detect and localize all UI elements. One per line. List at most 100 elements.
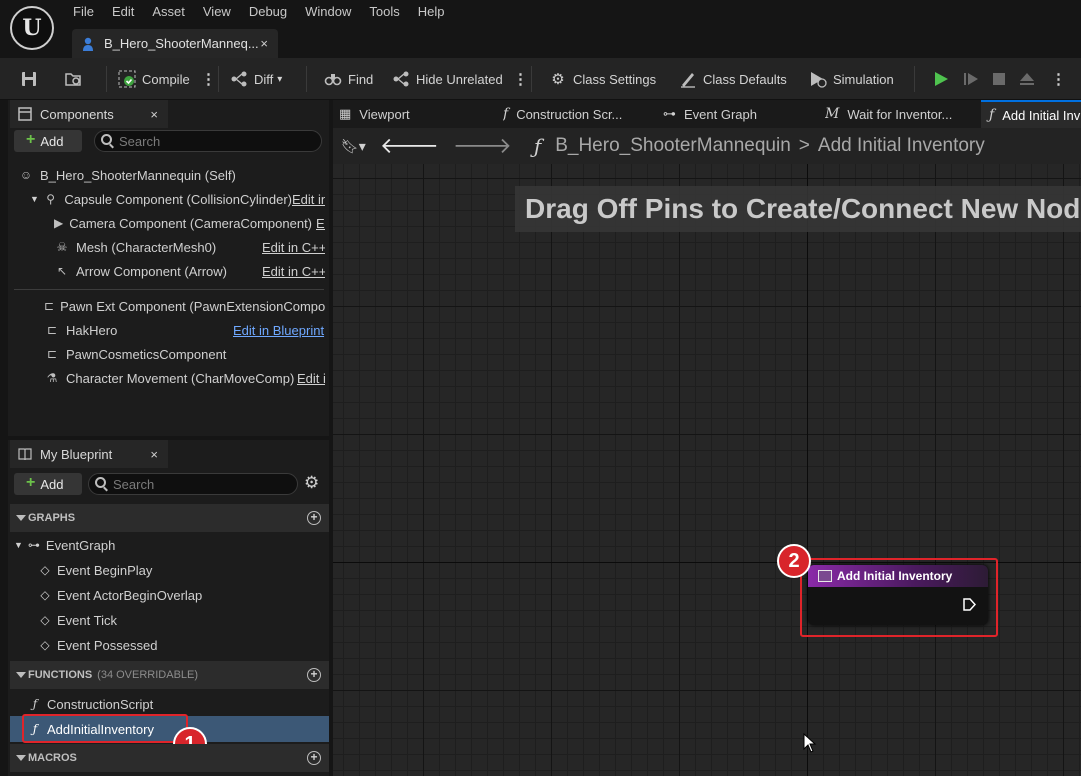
mouse-cursor-icon xyxy=(803,733,817,753)
edit-in-cpp-link[interactable]: Edit in C++ xyxy=(297,366,325,390)
component-row-mesh[interactable]: ☠ Mesh (CharacterMesh0) xyxy=(54,235,217,259)
collapse-arrow-icon xyxy=(16,755,26,761)
hide-unrelated-button[interactable]: Hide Unrelated xyxy=(392,58,503,100)
my-blueprint-search-input[interactable]: Search xyxy=(88,473,298,495)
gear-icon[interactable]: ⚙ xyxy=(304,473,319,493)
stop-icon xyxy=(993,73,1005,85)
tab-label: Wait for Inventor... xyxy=(847,106,953,122)
event-item[interactable]: ◇ Event Tick xyxy=(38,608,117,632)
highlight-box xyxy=(22,714,188,743)
menu-file[interactable]: File xyxy=(64,4,103,22)
forward-arrow-icon[interactable]: 🡒 xyxy=(453,133,512,159)
close-icon[interactable]: × xyxy=(150,447,158,462)
graph-canvas[interactable] xyxy=(333,164,1081,776)
unreal-logo-icon[interactable]: U xyxy=(10,6,54,50)
function-item-construction-script[interactable]: ƒ ConstructionScript xyxy=(28,692,153,716)
components-search-placeholder: Search xyxy=(119,133,161,149)
tab-construction-script[interactable]: ƒ Construction Scr... xyxy=(503,100,653,128)
breadcrumb-separator: > xyxy=(798,135,810,156)
function-icon: ƒ xyxy=(989,107,995,123)
find-button[interactable]: Find xyxy=(324,58,373,100)
add-macro-icon[interactable]: + xyxy=(307,751,321,765)
tab-event-graph[interactable]: ⊶ Event Graph xyxy=(663,100,813,128)
bookmark-icon[interactable]: 🔖︎▾ xyxy=(341,138,366,155)
close-icon[interactable]: × xyxy=(150,107,158,122)
document-tab[interactable]: B_Hero_ShooterManneq... × xyxy=(72,29,278,58)
add-member-button[interactable]: + Add xyxy=(14,473,82,495)
component-row-hakhero[interactable]: ⊏ HakHero xyxy=(44,318,117,342)
menu-debug[interactable]: Debug xyxy=(240,4,296,22)
component-icon: ⊏ xyxy=(46,347,58,361)
add-component-label: Add xyxy=(40,133,64,149)
component-row-self[interactable]: ☺ B_Hero_ShooterMannequin (Self) xyxy=(18,163,236,187)
component-icon: ⊏ xyxy=(46,323,58,337)
simulation-button[interactable]: Simulation xyxy=(809,58,894,100)
tab-viewport[interactable]: ▦ Viewport xyxy=(339,100,489,128)
event-item[interactable]: ◇ Event Possessed xyxy=(38,633,157,657)
breadcrumb-root[interactable]: B_Hero_ShooterMannequin xyxy=(555,135,791,157)
event-graph-item[interactable]: ▼ ⊶ EventGraph xyxy=(14,533,115,557)
more-options-icon: ⋮ xyxy=(513,71,528,88)
save-button[interactable] xyxy=(20,58,44,100)
compile-button[interactable]: Compile xyxy=(118,58,190,100)
back-arrow-icon[interactable]: 🡐 xyxy=(380,133,439,159)
macros-section-header[interactable]: MACROS + xyxy=(10,744,329,772)
my-blueprint-tab[interactable]: My Blueprint × xyxy=(10,440,168,468)
component-icon: ⊏ xyxy=(44,299,55,313)
component-row-pawn-ext[interactable]: ⊏ Pawn Ext Component (PawnExtensionCompo… xyxy=(44,294,326,318)
stop-button[interactable] xyxy=(990,58,1014,100)
functions-section-header[interactable]: FUNCTIONS (34 OVERRIDABLE) + xyxy=(10,661,329,689)
event-item[interactable]: ◇ Event ActorBeginOverlap xyxy=(38,583,202,607)
compile-options-button[interactable]: ⋮ xyxy=(201,58,216,100)
event-item[interactable]: ◇ Event BeginPlay xyxy=(38,558,152,582)
find-options-button[interactable]: ⋮ xyxy=(513,58,528,100)
edit-in-blueprint-link[interactable]: Edit in Blueprint xyxy=(233,318,327,342)
class-settings-button[interactable]: ⚙ Class Settings xyxy=(549,58,656,100)
component-row-cosmetics[interactable]: ⊏ PawnCosmeticsComponent xyxy=(44,342,226,366)
add-component-button[interactable]: + Add xyxy=(14,130,82,152)
event-icon: ◇ xyxy=(40,638,50,652)
document-tab-close-icon[interactable]: × xyxy=(260,36,268,51)
edit-in-cpp-link[interactable]: Edit in C++ xyxy=(262,259,325,283)
toolbar-divider xyxy=(531,66,532,92)
play-options-button[interactable]: ⋮ xyxy=(1051,58,1066,100)
tab-label: Event Graph xyxy=(684,106,757,122)
find-label: Find xyxy=(348,71,374,87)
binoculars-icon xyxy=(324,74,342,86)
components-tab[interactable]: Components × xyxy=(10,100,168,128)
menu-tools[interactable]: Tools xyxy=(360,4,408,22)
viewport-icon: ▦ xyxy=(339,106,352,122)
component-row-capsule[interactable]: ▼ ⚲ Capsule Component (CollisionCylinder… xyxy=(30,187,292,211)
edit-in-cpp-link[interactable]: Edit in C++ xyxy=(262,235,325,259)
eject-button[interactable] xyxy=(1018,58,1042,100)
components-search-input[interactable]: Search xyxy=(94,130,322,152)
edit-in-cpp-link[interactable]: Edit in C++ xyxy=(316,211,325,235)
components-icon xyxy=(18,107,32,121)
event-label: Event ActorBeginOverlap xyxy=(57,587,203,603)
more-options-icon: ⋮ xyxy=(201,71,216,88)
component-row-camera[interactable]: ▶ Camera Component (CameraComponent) xyxy=(54,211,312,235)
menu-window[interactable]: Window xyxy=(296,4,360,22)
tab-add-initial-inventory[interactable]: ƒ Add Initial Inv xyxy=(981,100,1081,128)
step-button[interactable] xyxy=(962,58,986,100)
graph-hint-text: Drag Off Pins to Create/Connect New Node… xyxy=(515,186,1081,232)
browse-button[interactable] xyxy=(64,58,88,100)
play-button[interactable] xyxy=(932,58,956,100)
menu-edit[interactable]: Edit xyxy=(103,4,143,22)
tab-wait-for-inventory[interactable]: M Wait for Inventor... xyxy=(825,100,975,128)
graphs-section-header[interactable]: GRAPHS + xyxy=(10,504,329,532)
component-row-movement[interactable]: ⚗ Character Movement (CharMoveComp) xyxy=(44,366,295,390)
camera-icon: ▶ xyxy=(54,216,64,230)
menu-help[interactable]: Help xyxy=(409,4,454,22)
add-graph-icon[interactable]: + xyxy=(307,511,321,525)
menu-asset[interactable]: Asset xyxy=(143,4,194,22)
menu-view[interactable]: View xyxy=(194,4,240,22)
breadcrumb-current: Add Initial Inventory xyxy=(817,135,985,156)
component-row-arrow[interactable]: ↖ Arrow Component (Arrow) xyxy=(54,259,227,283)
add-function-icon[interactable]: + xyxy=(307,668,321,682)
edit-in-cpp-link[interactable]: Edit in C++ xyxy=(292,187,325,211)
component-label: Arrow Component (Arrow) xyxy=(76,263,227,279)
class-defaults-button[interactable]: Class Defaults xyxy=(679,58,787,100)
book-icon xyxy=(18,448,32,461)
diff-button[interactable]: Diff ▾ xyxy=(230,58,282,100)
